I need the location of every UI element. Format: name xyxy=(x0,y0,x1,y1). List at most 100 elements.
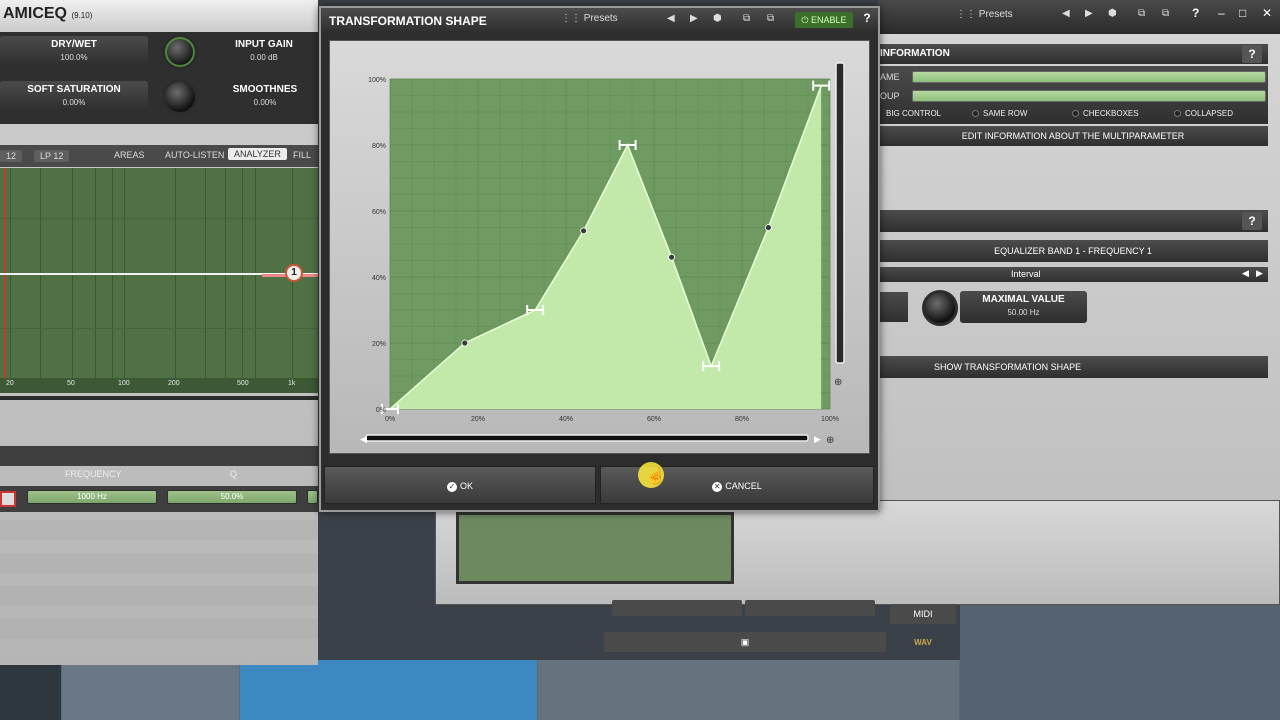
x-tick-label: 20% xyxy=(471,416,485,423)
dry-wet-value: 100.0% xyxy=(60,53,88,62)
copy-icon[interactable]: ⧉ xyxy=(1138,8,1145,19)
curve-point[interactable] xyxy=(668,253,676,261)
dialog-presets-button[interactable]: ⋮⋮ Presets xyxy=(561,13,618,24)
plugin-name: AMICEQ xyxy=(3,5,67,22)
name-input[interactable] xyxy=(912,71,1266,83)
show-transformation-shape-button[interactable]: SHOW TRANSFORMATION SHAPE xyxy=(878,356,1268,378)
checkboxes-option[interactable]: CHECKBOXES xyxy=(1072,109,1139,118)
check-icon: ✓ xyxy=(446,482,457,492)
shape-graph-frame: 0% 20% 40% 60% 80% 100% 0% 20% 40% 60% 80% 100% ⊕ ◀ ▶ ⊕ xyxy=(329,40,870,454)
dialog-copy-icon[interactable]: ⧉ xyxy=(743,13,750,24)
cancel-icon: ✕ xyxy=(712,482,723,492)
curve-point[interactable] xyxy=(580,227,588,235)
same-row-option[interactable]: SAME ROW xyxy=(972,109,1027,118)
band-1-handle[interactable]: 1 xyxy=(285,264,303,282)
mid-button-1[interactable] xyxy=(612,600,742,616)
presets-button[interactable]: ⋮⋮ Presets xyxy=(956,9,1013,20)
maximize-icon[interactable]: □ xyxy=(1239,6,1246,20)
x-tick-label: 60% xyxy=(647,416,661,423)
y-tick-label: 80% xyxy=(372,143,386,150)
analyzer-button[interactable]: ANALYZER xyxy=(228,148,287,160)
big-control-option[interactable]: BIG CONTROL xyxy=(886,109,941,118)
daw-track-area xyxy=(960,600,1280,720)
input-gain-label: INPUT GAIN xyxy=(235,39,293,50)
information-title: INFORMATION xyxy=(880,48,950,59)
edit-info-button[interactable]: EDIT INFORMATION ABOUT THE MULTIPARAMETE… xyxy=(878,126,1268,146)
scroll-right-icon[interactable]: ▶ xyxy=(814,435,821,445)
maximal-value-control[interactable]: MAXIMAL VALUE 50.00 Hz xyxy=(960,291,1087,323)
interval-next-icon[interactable]: ▶ xyxy=(1256,268,1263,279)
auto-listen-button[interactable]: AUTO-LISTEN xyxy=(165,150,224,160)
scroll-left-icon[interactable]: ◀ xyxy=(360,435,367,445)
midi-button[interactable]: MIDI xyxy=(890,604,956,624)
dialog-help-button[interactable]: ? xyxy=(859,11,875,29)
horizontal-scrollbar[interactable] xyxy=(365,434,809,442)
dialog-randomize-icon[interactable]: ⬢ xyxy=(713,13,722,24)
mid-wide-button[interactable]: ▣ xyxy=(604,632,886,652)
next-preset-icon[interactable]: ▶ xyxy=(1085,8,1093,19)
cancel-label: CANCEL xyxy=(725,481,762,491)
frequency-field[interactable]: 1000 Hz xyxy=(27,490,157,504)
help-icon[interactable]: ? xyxy=(1192,6,1199,20)
paste-icon[interactable]: ⧉ xyxy=(1162,8,1169,19)
frequency-header: FREQUENCY xyxy=(65,469,122,479)
fill-button[interactable]: FILL xyxy=(293,150,311,160)
zoom-vertical-icon[interactable]: ⊕ xyxy=(834,377,842,388)
zoom-horizontal-icon[interactable]: ⊕ xyxy=(826,435,834,446)
lp12-button[interactable]: LP 12 xyxy=(34,150,70,162)
checkboxes-label: CHECKBOXES xyxy=(1083,109,1139,118)
soft-saturation-knob[interactable] xyxy=(162,79,198,115)
smoothness-control[interactable]: SMOOTHNES 0.00% xyxy=(212,81,318,111)
vertical-scrollbar[interactable] xyxy=(835,62,845,364)
minimize-icon[interactable]: – xyxy=(1218,6,1225,20)
mid-button-2[interactable] xyxy=(745,600,875,616)
randomize-icon[interactable]: ⬢ xyxy=(1108,8,1117,19)
same-row-label: SAME ROW xyxy=(983,109,1028,118)
freq-label: 50 xyxy=(67,380,75,387)
band-param-selector[interactable]: EQUALIZER BAND 1 - FREQUENCY 1 xyxy=(878,240,1268,262)
big-control-label: BIG CONTROL xyxy=(886,109,942,118)
y-tick-label: 40% xyxy=(372,275,386,282)
interval-selector[interactable]: Interval ◀ ▶ xyxy=(878,267,1268,282)
soft-saturation-control[interactable]: SOFT SATURATION 0.00% xyxy=(0,81,148,111)
band-12-button[interactable]: 12 xyxy=(0,150,23,162)
dry-wet-knob[interactable] xyxy=(162,34,198,70)
param-help-button[interactable]: ? xyxy=(1242,212,1262,230)
group-label: OUP xyxy=(880,91,900,101)
wav-label[interactable]: WAV xyxy=(890,638,956,652)
name-label: AME xyxy=(880,72,900,82)
curve-point[interactable] xyxy=(461,339,469,347)
x-tick-label: 100% xyxy=(821,416,839,423)
graph-toolbar: 12 LP 12 AREAS AUTO-LISTEN ANALYZER FILL xyxy=(0,145,318,167)
ok-label: OK xyxy=(459,481,473,491)
info-help-button[interactable]: ? xyxy=(1242,45,1262,63)
maximal-value-label: MAXIMAL VALUE xyxy=(982,294,1065,305)
y-tick-label: 0% xyxy=(376,407,386,414)
interval-prev-icon[interactable]: ◀ xyxy=(1242,268,1249,279)
group-input[interactable] xyxy=(912,90,1266,102)
soft-saturation-value: 0.00% xyxy=(62,98,86,107)
collapsed-option[interactable]: COLLAPSED xyxy=(1174,109,1233,118)
q-field[interactable]: 50.0% xyxy=(167,490,297,504)
areas-button[interactable]: AREAS xyxy=(114,150,145,160)
gain-field[interactable] xyxy=(307,490,318,504)
eq-graph[interactable]: 1 20 50 100 200 500 1k xyxy=(0,168,318,393)
enable-button[interactable]: ⏻ ENABLE xyxy=(795,12,853,28)
dry-wet-control[interactable]: DRY/WET 100.0% xyxy=(0,36,148,66)
close-icon[interactable]: ✕ xyxy=(1262,6,1272,20)
dialog-prev-icon[interactable]: ◀ xyxy=(667,13,675,24)
prev-preset-icon[interactable]: ◀ xyxy=(1062,8,1070,19)
transformation-shape-chart[interactable]: 0% 20% 40% 60% 80% 100% 0% 20% 40% 60% 80% 100% ⊕ ◀ ▶ ⊕ xyxy=(348,55,851,451)
curve-point[interactable] xyxy=(764,224,772,231)
dialog-presets-label: Presets xyxy=(583,13,618,24)
dialog-next-icon[interactable]: ▶ xyxy=(690,13,698,24)
input-gain-control[interactable]: INPUT GAIN 0.00 dB xyxy=(212,36,316,66)
right-plugin-titlebar: ⋮⋮ Presets ◀ ▶ ⬢ ⧉ ⧉ ? – □ ✕ xyxy=(878,0,1280,34)
dialog-paste-icon[interactable]: ⧉ xyxy=(767,13,774,24)
maximal-value-knob[interactable] xyxy=(922,290,958,326)
dry-wet-label: DRY/WET xyxy=(51,39,97,50)
freq-label: 20 xyxy=(6,380,14,387)
band-enable-toggle[interactable] xyxy=(0,491,16,507)
faded-band-rows xyxy=(0,520,318,640)
ok-button[interactable]: ✓ OK xyxy=(324,466,596,504)
